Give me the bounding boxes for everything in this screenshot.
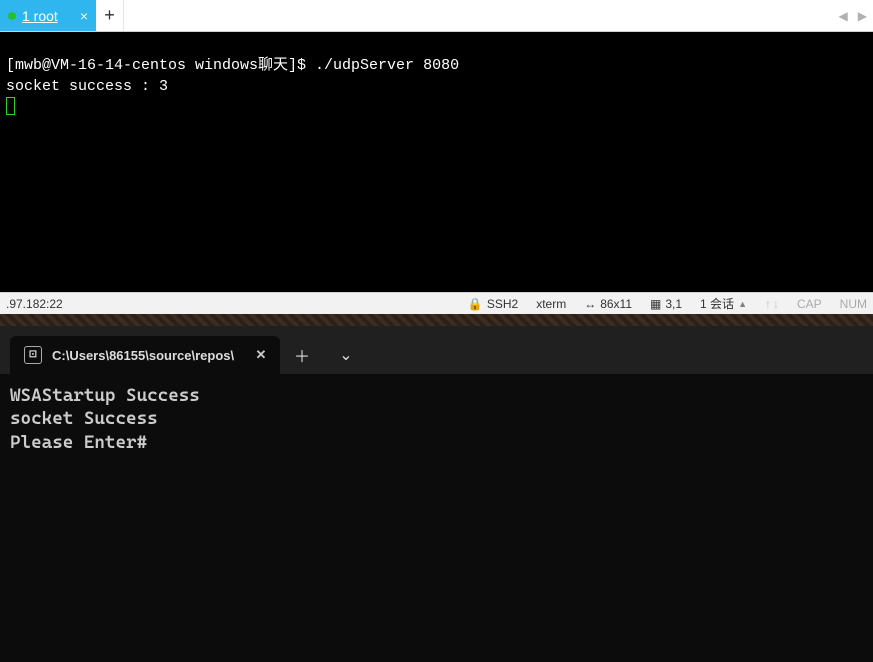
terminal-cursor-icon	[6, 97, 15, 115]
status-sessions-text: 1 会话	[700, 295, 734, 312]
status-protocol-text: SSH2	[487, 297, 518, 311]
cmd-icon: ⊡	[24, 346, 42, 364]
arrow-down-icon: ↓	[773, 297, 779, 311]
windows-terminal-tab-title: C:\Users\86155\source\repos\	[52, 348, 234, 363]
ssh-terminal-output[interactable]: [mwb@VM-16-14-centos windows聊天]$ ./udpSe…	[0, 32, 873, 292]
status-numlock: NUM	[840, 297, 867, 311]
status-sessions[interactable]: 1 会话 ▲	[700, 295, 747, 312]
chevron-up-icon: ▲	[738, 299, 747, 309]
lock-icon: 🔒	[468, 297, 483, 311]
ssh-tab-bar: 1 root × + ◀ ▶	[0, 0, 873, 32]
winterm-line: socket Success	[10, 408, 158, 429]
ssh-tab-label: 1 root	[22, 8, 58, 24]
close-icon[interactable]: ×	[80, 8, 88, 24]
tab-next-icon[interactable]: ▶	[858, 9, 867, 23]
new-ssh-tab-button[interactable]: +	[96, 0, 124, 31]
tabbar-spacer	[124, 0, 833, 31]
status-host: .97.182:22	[6, 297, 63, 311]
tab-nav-arrows: ◀ ▶	[833, 0, 873, 31]
windows-terminal-tab[interactable]: ⊡ C:\Users\86155\source\repos\ ✕	[10, 336, 280, 374]
windows-terminal: ⊡ C:\Users\86155\source\repos\ ✕ ＋ ⌄ WSA…	[0, 326, 873, 662]
terminal-profile-dropdown[interactable]: ⌄	[324, 336, 368, 374]
status-pos-text: 3,1	[665, 297, 682, 311]
close-icon[interactable]: ✕	[250, 344, 272, 366]
status-protocol: 🔒 SSH2	[468, 297, 518, 311]
ssh-tab-active[interactable]: 1 root ×	[0, 0, 96, 31]
ssh-output-line: socket success : 3	[6, 78, 168, 95]
resize-icon: ↔	[584, 297, 596, 311]
windows-terminal-output[interactable]: WSAStartup Success socket Success Please…	[0, 374, 873, 662]
window-divider	[0, 314, 873, 326]
ssh-prompt: [mwb@VM-16-14-centos windows聊天]$	[6, 57, 315, 74]
status-cursor-pos: ▦ 3,1	[650, 297, 682, 311]
grid-icon: ▦	[650, 297, 661, 311]
winterm-line: WSAStartup Success	[10, 385, 200, 406]
new-terminal-tab-button[interactable]: ＋	[280, 336, 324, 374]
winterm-line: Please Enter#	[10, 432, 147, 453]
connection-status-dot-icon	[8, 12, 16, 20]
ssh-command: ./udpServer 8080	[315, 57, 459, 74]
status-size: ↔ 86x11	[584, 297, 632, 311]
status-capslock: CAP	[797, 297, 822, 311]
transfer-arrows: ↑ ↓	[765, 297, 779, 311]
ssh-status-bar: .97.182:22 🔒 SSH2 xterm ↔ 86x11 ▦ 3,1 1 …	[0, 292, 873, 314]
tab-prev-icon[interactable]: ◀	[839, 9, 848, 23]
arrow-up-icon: ↑	[765, 297, 771, 311]
status-termtype: xterm	[536, 297, 566, 311]
windows-terminal-titlebar[interactable]: ⊡ C:\Users\86155\source\repos\ ✕ ＋ ⌄	[0, 326, 873, 374]
status-size-text: 86x11	[600, 297, 632, 311]
